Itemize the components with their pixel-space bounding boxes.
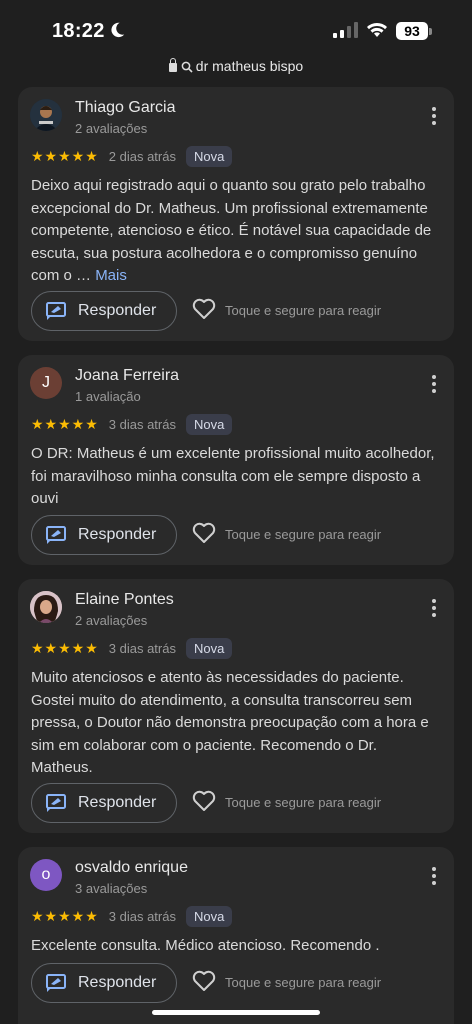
reply-label: Responder [78, 302, 157, 319]
more-options-icon[interactable] [432, 867, 436, 888]
heart-icon[interactable] [192, 790, 216, 812]
more-options-icon[interactable] [432, 107, 436, 128]
more-options-icon[interactable] [432, 375, 436, 396]
reply-label: Responder [78, 974, 157, 991]
review-count: 1 avaliação [75, 389, 141, 404]
reply-icon [46, 526, 66, 544]
avatar-letter: o [41, 866, 51, 883]
reply-button[interactable]: Responder [31, 963, 177, 1003]
wifi-icon [367, 23, 387, 37]
reviewer-name[interactable]: osvaldo enrique [75, 859, 188, 877]
moon-icon [111, 22, 125, 38]
review-date: 2 dias atrás [108, 148, 176, 164]
reply-icon [46, 302, 66, 320]
clock: 18:22 [52, 20, 105, 42]
review-text: Muito atenciosos e atento às necessidade… [31, 669, 429, 776]
review-card: J Joana Ferreira 1 avaliação ★★★★★ 3 dia… [18, 355, 454, 565]
star-rating: ★★★★★ [31, 907, 99, 924]
rating-row: ★★★★★ 3 dias atrás Nova [31, 413, 233, 435]
heart-icon[interactable] [192, 522, 216, 544]
avatar[interactable]: J [30, 367, 62, 399]
review-text: Deixo aqui registrado aqui o quanto sou … [31, 175, 440, 288]
avatar[interactable] [30, 99, 62, 131]
status-bar: 18:22 93 [0, 0, 472, 60]
review-date: 3 dias atrás [108, 640, 176, 656]
star-rating: ★★★★★ [31, 415, 99, 432]
reply-label: Responder [78, 526, 157, 543]
rating-row: ★★★★★ 2 dias atrás Nova [31, 145, 233, 167]
heart-icon[interactable] [192, 970, 216, 992]
home-indicator[interactable] [152, 1010, 320, 1015]
new-badge: Nova [185, 637, 233, 659]
react-hint: Toque e segure para reagir [225, 795, 382, 810]
address-bar[interactable]: dr matheus bispo [0, 58, 472, 80]
rating-row: ★★★★★ 3 dias atrás Nova [31, 637, 233, 659]
review-text: O DR: Matheus é um excelente profissiona… [31, 445, 435, 507]
new-badge: Nova [185, 905, 233, 927]
reviewer-name[interactable]: Thiago Garcia [75, 99, 176, 117]
reviewer-name[interactable]: Elaine Pontes [75, 591, 174, 609]
url-text: dr matheus bispo [195, 58, 304, 74]
review-count: 3 avaliações [75, 881, 148, 896]
heart-icon[interactable] [192, 298, 216, 320]
star-rating: ★★★★★ [31, 147, 99, 164]
battery-indicator: 93 [396, 22, 428, 40]
battery-tip [429, 28, 432, 35]
review-date: 3 dias atrás [108, 416, 176, 432]
reply-button[interactable]: Responder [31, 515, 177, 555]
rating-row: ★★★★★ 3 dias atrás Nova [31, 905, 233, 927]
review-date: 3 dias atrás [108, 908, 176, 924]
review-card: o osvaldo enrique 3 avaliações ★★★★★ 3 d… [18, 847, 454, 1024]
reply-icon [46, 974, 66, 992]
avatar-letter: J [42, 374, 50, 391]
review-count: 2 avaliações [75, 613, 148, 628]
avatar[interactable] [30, 591, 62, 623]
reply-icon [46, 794, 66, 812]
review-card: Thiago Garcia 2 avaliações ★★★★★ 2 dias … [18, 87, 454, 341]
lock-icon [168, 58, 177, 72]
react-hint: Toque e segure para reagir [225, 303, 382, 318]
reply-button[interactable]: Responder [31, 783, 177, 823]
review-text: Excelente consulta. Médico atencioso. Re… [31, 937, 380, 954]
react-hint: Toque e segure para reagir [225, 975, 382, 990]
review-card: Elaine Pontes 2 avaliações ★★★★★ 3 dias … [18, 579, 454, 833]
reviewer-name[interactable]: Joana Ferreira [75, 367, 179, 385]
more-options-icon[interactable] [432, 599, 436, 620]
reply-button[interactable]: Responder [31, 291, 177, 331]
avatar[interactable]: o [30, 859, 62, 891]
more-link[interactable]: Mais [95, 267, 127, 284]
search-icon [181, 61, 193, 73]
star-rating: ★★★★★ [31, 639, 99, 656]
review-body: Deixo aqui registrado aqui o quanto sou … [31, 177, 432, 284]
react-hint: Toque e segure para reagir [225, 527, 382, 542]
reply-label: Responder [78, 794, 157, 811]
signal-icon [333, 22, 358, 38]
new-badge: Nova [185, 145, 233, 167]
review-count: 2 avaliações [75, 121, 148, 136]
new-badge: Nova [185, 413, 233, 435]
